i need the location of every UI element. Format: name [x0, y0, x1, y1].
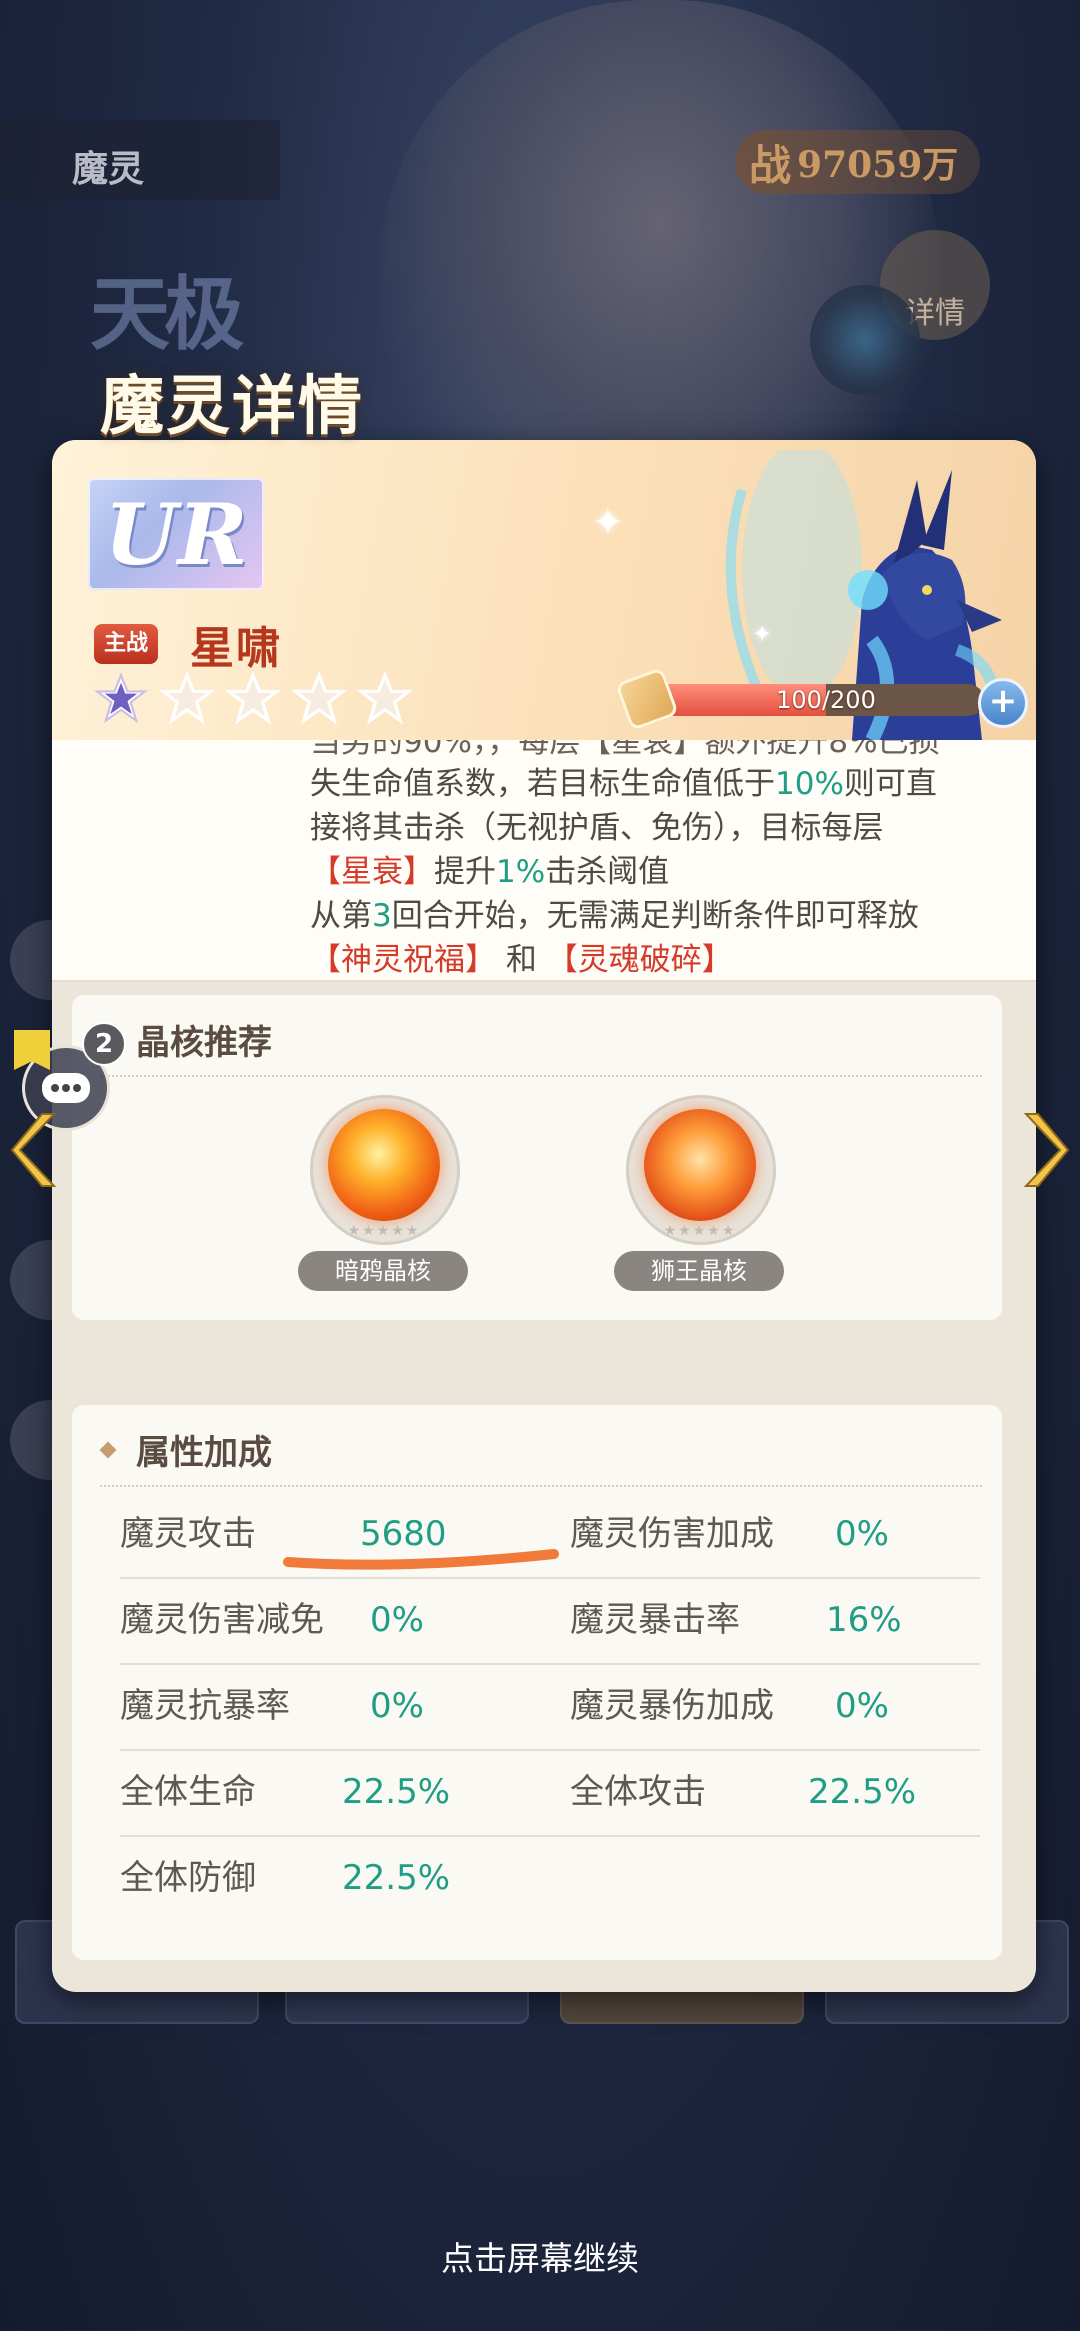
attribute-cell: 魔灵伤害减免 0%: [120, 1577, 424, 1663]
sparkle-icon: ✦: [752, 620, 773, 648]
skill-value: 1%: [496, 854, 546, 890]
attribute-label: 魔灵伤害减免: [120, 1600, 324, 1640]
skill-line: 接将其击杀（无视护盾、免伤），目标每层: [310, 810, 884, 846]
core-name: 暗鸦晶核: [298, 1251, 468, 1291]
skill-value: 3: [372, 898, 392, 934]
skill-text-span: 从第: [310, 898, 372, 934]
skill-keyword: 【星衰】: [310, 854, 434, 890]
attribute-cell: 魔灵攻击 5680: [120, 1491, 447, 1577]
divider: [100, 1485, 982, 1487]
skill-text-span: 则可直: [843, 766, 937, 802]
skill-text-span: 击杀阈值: [545, 854, 670, 890]
attribute-row: 魔灵抗暴率 0% 魔灵暴伤加成 0%: [120, 1663, 980, 1751]
exp-bar-group: 100/200 +: [614, 666, 1032, 732]
panel-title: 魔灵详情: [100, 369, 364, 444]
chat-unread-badge: 2: [82, 1022, 126, 1066]
attribute-label: 魔灵攻击: [120, 1514, 256, 1554]
core-recommend-section: 晶核推荐 ★★★★★ 暗鸦晶核 ★★★★★ 狮王晶核: [72, 995, 1002, 1320]
attribute-cell: 全体生命 22.5%: [120, 1749, 450, 1835]
background-rank-text: 天极: [90, 267, 244, 361]
attribute-value: 22.5%: [808, 1772, 917, 1812]
sparkle-icon: ✦: [592, 500, 624, 544]
attribute-value: 0%: [370, 1686, 424, 1726]
star-empty-icon: [358, 672, 412, 725]
power-badge: 战 97059万: [735, 130, 980, 194]
exp-text: 100/200: [776, 686, 876, 714]
attribute-label: 魔灵抗暴率: [120, 1686, 290, 1726]
attribute-cell: 魔灵暴击率 16%: [570, 1577, 902, 1663]
attribute-cell: 魔灵暴伤加成 0%: [570, 1663, 889, 1749]
attribute-label: 魔灵暴伤加成: [570, 1686, 774, 1726]
core-stars: ★★★★★: [663, 1223, 737, 1239]
attribute-label: 全体防御: [120, 1858, 256, 1898]
attribute-value: 22.5%: [342, 1858, 451, 1898]
section-header: 晶核推荐: [99, 1015, 272, 1064]
diamond-icon: [99, 1441, 117, 1458]
star-empty-icon: [226, 672, 280, 725]
skill-line: 【神灵祝福】 和 【灵魂破碎】: [310, 938, 1030, 982]
attribute-value: 16%: [826, 1600, 902, 1640]
tap-to-continue-text[interactable]: 点击屏幕继续: [0, 2232, 1080, 2280]
attribute-value: 0%: [835, 1514, 889, 1554]
hero-card: UR 主战 星啸 ✦ ✦ 100/200 +: [52, 440, 1036, 742]
next-arrow-icon[interactable]: [1020, 1110, 1070, 1190]
attribute-row: 魔灵伤害减免 0% 魔灵暴击率 16%: [120, 1577, 980, 1665]
star-empty-icon: [292, 672, 346, 725]
skill-line: 从第3回合开始，无需满足判断条件即可释放: [310, 894, 1030, 938]
skill-description[interactable]: 当男的90%，，每层【星衰】额外提升8%已损 失生命值系数，若目标生命值低于10…: [52, 740, 1036, 982]
core-item[interactable]: ★★★★★ 狮王晶核: [614, 1095, 784, 1295]
section-title: 晶核推荐: [136, 1023, 272, 1063]
star-empty-icon: [160, 672, 214, 725]
skill-line: 失生命值系数，若目标生命值低于10%则可直: [310, 762, 1030, 806]
core-name: 狮王晶核: [614, 1251, 784, 1291]
skill-value: 10%: [775, 766, 844, 802]
skill-keyword: 【灵魂破碎】: [546, 942, 733, 978]
star-filled-icon: [94, 672, 148, 724]
attribute-row: 全体防御 22.5%: [120, 1835, 980, 1921]
attribute-label: 全体生命: [120, 1772, 256, 1812]
spirit-detail-panel: UR 主战 星啸 ✦ ✦ 100/200 + 当男的90%，，每层【星衰】额外提…: [52, 440, 1036, 1992]
background-page-title: 魔灵: [72, 149, 145, 190]
section-title: 属性加成: [136, 1433, 272, 1473]
attribute-row: 全体生命 22.5% 全体攻击 22.5%: [120, 1749, 980, 1837]
add-exp-button[interactable]: +: [978, 678, 1028, 728]
lion-core-icon: [644, 1109, 756, 1221]
attribute-value: 0%: [835, 1686, 889, 1726]
attribute-section: 属性加成 魔灵攻击 5680 魔灵伤害加成 0% 魔灵伤害减免 0% 魔灵暴击率 16%…: [72, 1405, 1002, 1960]
attribute-cell: 全体攻击 22.5%: [570, 1749, 916, 1835]
skill-line-cut: 当男的90%，，每层【星衰】额外提升8%已损: [310, 740, 940, 760]
role-tag: 主战: [94, 624, 159, 664]
skill-text-span: 失生命值系数，若目标生命值低于: [310, 766, 775, 802]
attribute-label: 全体攻击: [570, 1772, 706, 1812]
background-orb-icon: [810, 285, 920, 395]
crow-core-icon: [328, 1109, 440, 1221]
skill-line: 【星衰】提升1%击杀阈值: [310, 850, 1030, 894]
attribute-cell: 魔灵伤害加成 0%: [570, 1491, 889, 1577]
attribute-label: 魔灵暴击率: [570, 1600, 740, 1640]
prev-arrow-icon[interactable]: [10, 1110, 60, 1190]
divider: [100, 1075, 982, 1077]
section-header: 属性加成: [99, 1425, 272, 1474]
attribute-label: 魔灵伤害加成: [570, 1514, 774, 1554]
attribute-value: 22.5%: [342, 1772, 451, 1812]
core-item[interactable]: ★★★★★ 暗鸦晶核: [298, 1095, 468, 1295]
attribute-cell: 全体防御 22.5%: [120, 1835, 450, 1921]
rarity-badge: UR: [88, 478, 264, 590]
attribute-value: 0%: [370, 1600, 424, 1640]
orange-underline-mark: [283, 1549, 559, 1570]
core-stars: ★★★★★: [347, 1223, 421, 1239]
attribute-cell: 魔灵抗暴率 0%: [120, 1663, 424, 1749]
star-rating: [94, 672, 412, 726]
power-value: 97059万: [797, 144, 959, 186]
skill-text-span: 提升: [434, 854, 496, 890]
hero-name: 星啸: [190, 623, 282, 674]
skill-text-span: 和: [505, 942, 537, 978]
chat-dots-icon: [42, 1073, 90, 1103]
skill-text-span: 回合开始，无需满足判断条件即可释放: [391, 898, 919, 934]
skill-text: 当男的90%，，每层【星衰】额外提升8%已损 失生命值系数，若目标生命值低于10…: [310, 740, 1030, 982]
skill-keyword: 【神灵祝福】: [310, 942, 496, 978]
power-prefix: 战: [749, 140, 792, 190]
